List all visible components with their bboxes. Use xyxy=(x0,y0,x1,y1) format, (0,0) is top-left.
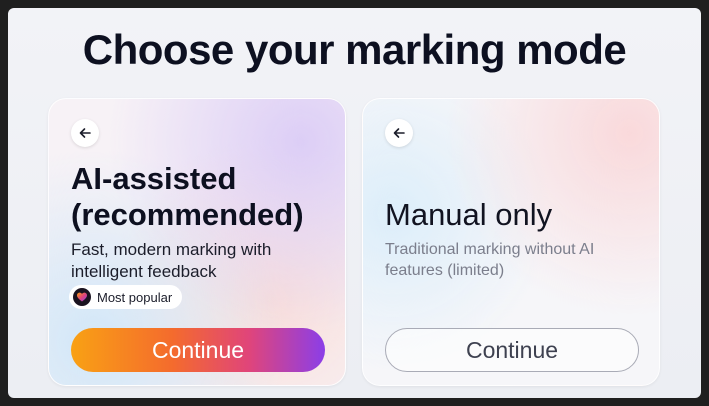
badge-label: Most popular xyxy=(97,289,173,305)
manual-continue-button[interactable]: Continue xyxy=(385,328,639,372)
ai-card-heading: AI-assisted (recommended) xyxy=(71,161,341,233)
most-popular-badge: Most popular xyxy=(69,285,183,309)
manual-card-heading: Manual only xyxy=(385,197,553,232)
ai-heading-line2: (recommended) xyxy=(71,197,304,232)
mode-selection-screen: Choose your marking mode AI-assisted (re… xyxy=(8,8,701,398)
manual-card-description: Traditional marking without AI features … xyxy=(385,241,595,279)
page-title: Choose your marking mode xyxy=(82,26,627,73)
ai-continue-button[interactable]: Continue xyxy=(71,328,325,372)
arrow-left-icon xyxy=(393,128,405,138)
ai-heading-line1: AI-assisted xyxy=(71,161,237,196)
back-button[interactable] xyxy=(385,119,413,147)
arrow-left-icon xyxy=(79,128,91,138)
back-button[interactable] xyxy=(71,119,99,147)
manual-only-card[interactable]: Manual only Traditional marking without … xyxy=(362,98,660,386)
ai-card-description: Fast, modern marking with intelligent fe… xyxy=(71,240,272,281)
heart-icon xyxy=(73,288,91,306)
ai-assisted-card[interactable]: AI-assisted (recommended) Fast, modern m… xyxy=(48,98,346,386)
